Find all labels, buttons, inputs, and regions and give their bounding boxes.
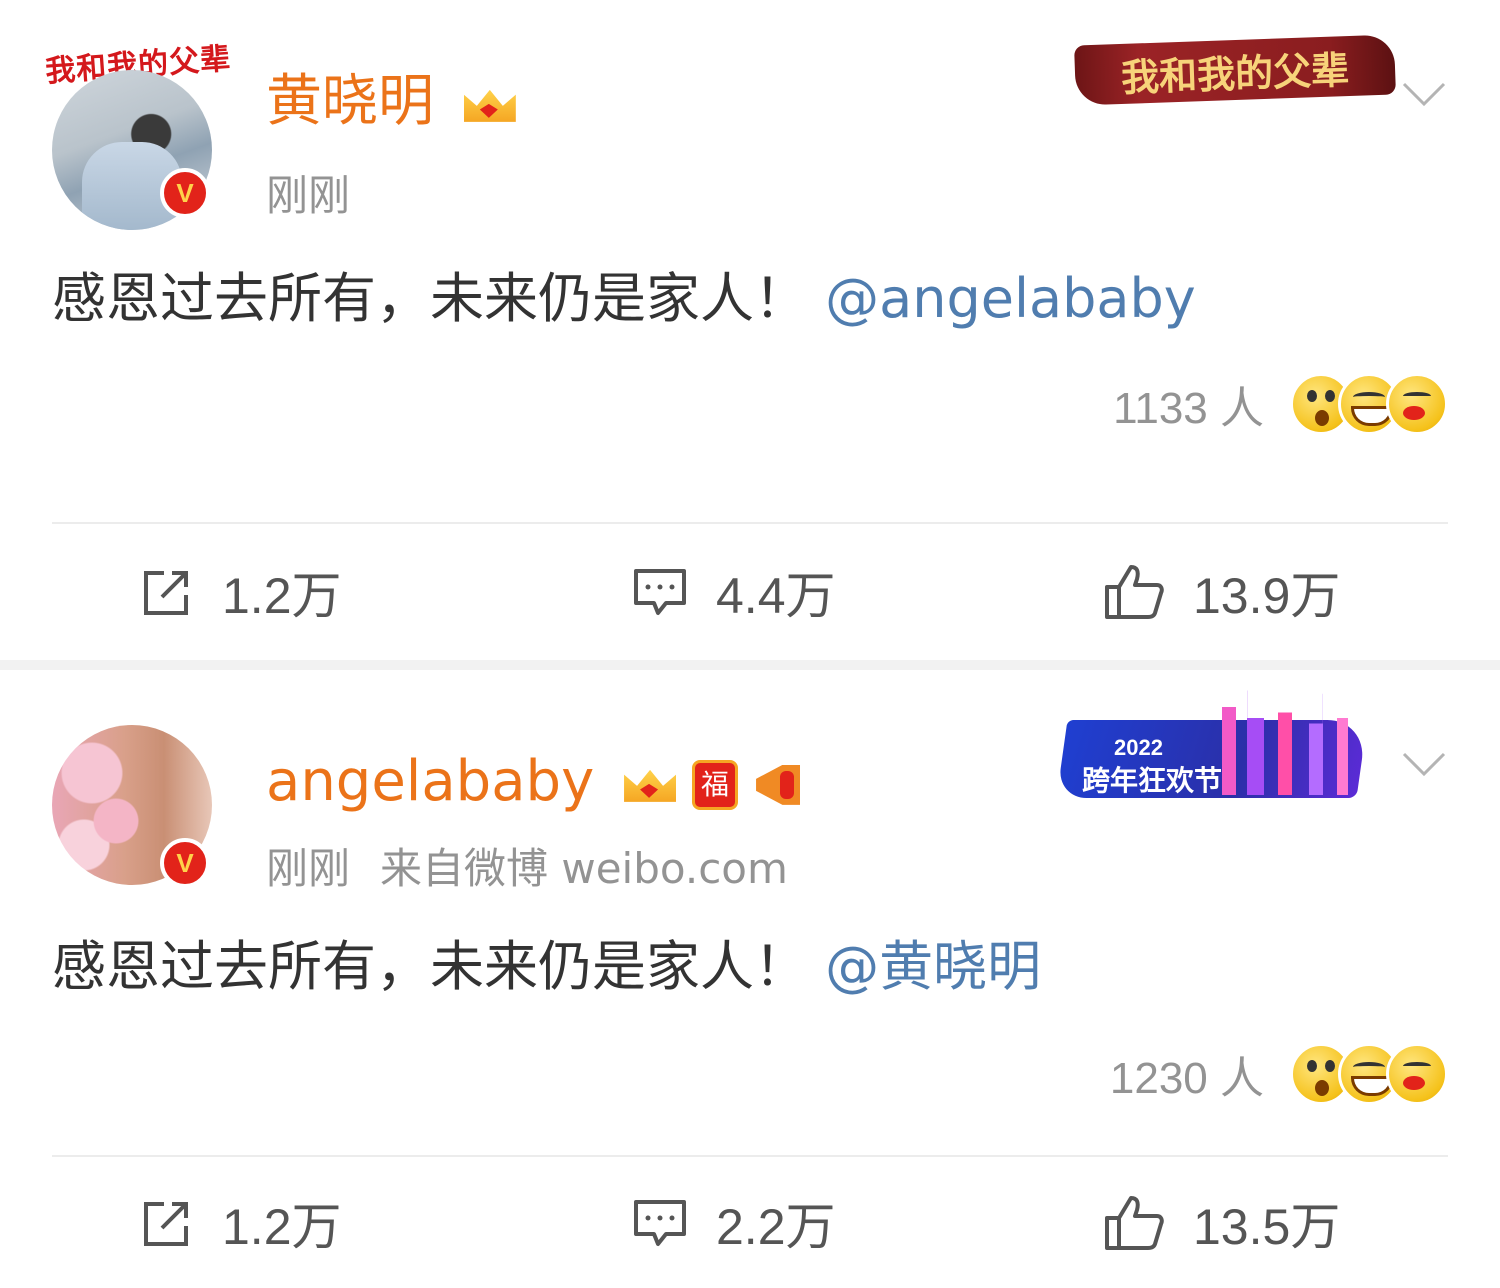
post-source[interactable]: 来自微博 weibo.com xyxy=(380,844,788,893)
reactions-summary[interactable]: 1230 人 xyxy=(1110,1042,1448,1106)
verified-badge-icon: V xyxy=(160,168,210,218)
chevron-down-icon[interactable] xyxy=(1400,740,1448,788)
share-count: 1.2万 xyxy=(222,1199,342,1255)
like-icon xyxy=(1105,1196,1164,1250)
reaction-emojis xyxy=(1290,1043,1448,1105)
comment-button[interactable]: 4.4万 xyxy=(632,552,836,632)
post-separator xyxy=(0,660,1500,670)
comment-count: 4.4万 xyxy=(716,568,836,624)
mention-link[interactable]: @angelababy xyxy=(825,267,1196,330)
mention-link[interactable]: @黄晓明 xyxy=(825,935,1041,998)
post-meta: 刚刚 xyxy=(266,172,350,220)
fu-badge-icon[interactable]: 福 xyxy=(692,759,739,810)
like-count: 13.9万 xyxy=(1193,568,1341,624)
name-badges: 福 xyxy=(620,759,808,810)
weibo-post: 我和我的父辈 V 黄晓明 刚刚 我和我的父辈 感恩过去所有，未来仍是家人！ @a… xyxy=(0,0,1500,660)
post-time: 刚刚 xyxy=(266,171,351,220)
post-text: 感恩过去所有，未来仍是家人！ xyxy=(52,935,808,998)
post-content: 感恩过去所有，未来仍是家人！ @angelababy xyxy=(52,267,1196,331)
crown-icon[interactable] xyxy=(620,760,680,810)
comment-button[interactable]: 2.2万 xyxy=(632,1183,836,1263)
share-button[interactable]: 1.2万 xyxy=(140,1183,342,1263)
comment-count: 2.2万 xyxy=(716,1199,836,1255)
verified-badge-icon: V xyxy=(160,838,210,888)
card-decoration[interactable]: 2022 跨年狂欢节 xyxy=(1056,685,1368,800)
reaction-count: 1230 人 xyxy=(1109,1054,1264,1103)
card-decoration[interactable]: 我和我的父辈 xyxy=(1074,34,1396,106)
username-text[interactable]: angelababy xyxy=(266,749,594,814)
name-badges xyxy=(460,80,520,130)
post-content: 感恩过去所有，未来仍是家人！ @黄晓明 xyxy=(52,935,1041,999)
post-meta: 刚刚 来自微博 weibo.com xyxy=(266,845,788,893)
decoration-text: 跨年狂欢节 xyxy=(1082,764,1223,797)
reactions-summary[interactable]: 1133 人 xyxy=(1113,372,1448,436)
username[interactable]: angelababy 福 xyxy=(266,750,808,814)
crown-icon[interactable] xyxy=(460,80,520,130)
megaphone-icon[interactable] xyxy=(750,761,808,809)
username-text[interactable]: 黄晓明 xyxy=(266,69,434,134)
share-icon xyxy=(144,1202,188,1246)
decoration-year: 2022 xyxy=(1114,735,1163,760)
chevron-down-icon[interactable] xyxy=(1400,70,1448,118)
reaction-emojis xyxy=(1290,373,1448,435)
comment-icon xyxy=(634,569,686,615)
divider xyxy=(52,522,1448,524)
reaction-count: 1133 人 xyxy=(1113,384,1264,433)
action-bar: 1.2万 2.2万 13.5万 xyxy=(0,1183,1500,1263)
weibo-post: V angelababy 福 刚刚 来自微博 weibo.com 2022 跨年狂… xyxy=(0,670,1500,1288)
like-button[interactable]: 13.5万 xyxy=(1103,1183,1340,1263)
divider xyxy=(52,1155,1448,1157)
username[interactable]: 黄晓明 xyxy=(266,70,520,134)
kiss-emoji-icon xyxy=(1386,1043,1448,1105)
share-count: 1.2万 xyxy=(222,568,342,624)
share-button[interactable]: 1.2万 xyxy=(140,552,342,632)
like-icon xyxy=(1105,565,1164,619)
action-bar: 1.2万 4.4万 13.9万 xyxy=(0,552,1500,632)
like-button[interactable]: 13.9万 xyxy=(1103,552,1340,632)
like-count: 13.5万 xyxy=(1193,1199,1341,1255)
share-icon xyxy=(144,571,188,615)
decoration-skyline xyxy=(1222,685,1348,795)
post-text: 感恩过去所有，未来仍是家人！ xyxy=(52,267,808,330)
kiss-emoji-icon xyxy=(1386,373,1448,435)
comment-icon xyxy=(634,1200,686,1246)
post-time: 刚刚 xyxy=(266,844,351,893)
